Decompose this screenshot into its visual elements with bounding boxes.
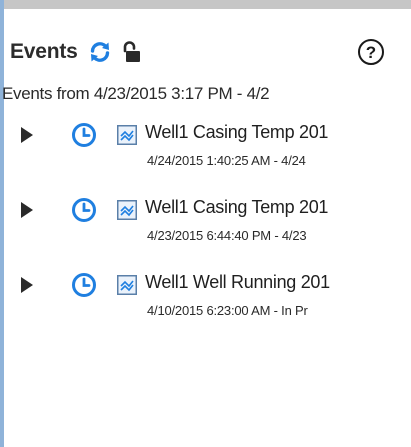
event-name[interactable]: Well1 Casing Temp 201	[145, 122, 411, 143]
help-label: ?	[366, 43, 376, 62]
event-row[interactable]: Well1 Casing Temp 201 4/24/2015 1:40:25 …	[0, 111, 411, 181]
trend-icon[interactable]	[117, 275, 137, 295]
event-row[interactable]: Well1 Well Running 201 4/10/2015 6:23:00…	[0, 261, 411, 331]
event-row[interactable]: Well1 Casing Temp 201 4/23/2015 6:44:40 …	[0, 186, 411, 256]
event-time-range: 4/23/2015 6:44:40 PM - 4/23	[147, 228, 307, 243]
help-icon[interactable]: ?	[357, 38, 385, 66]
top-divider	[0, 0, 411, 9]
refresh-icon[interactable]	[88, 40, 112, 64]
trend-icon[interactable]	[117, 200, 137, 220]
clock-icon[interactable]	[71, 197, 97, 223]
expand-triangle-icon[interactable]	[20, 126, 34, 144]
expand-triangle-icon[interactable]	[20, 201, 34, 219]
expand-triangle-icon[interactable]	[20, 276, 34, 294]
clock-icon[interactable]	[71, 272, 97, 298]
event-name[interactable]: Well1 Casing Temp 201	[145, 197, 411, 218]
event-name[interactable]: Well1 Well Running 201	[145, 272, 411, 293]
event-time-range: 4/10/2015 6:23:00 AM - In Pr	[147, 303, 308, 318]
clock-icon[interactable]	[71, 122, 97, 148]
pane-title: Events	[10, 40, 78, 63]
events-pane: Events ? Events from 4/23/2015 3:17 PM -…	[0, 0, 411, 447]
event-time-range: 4/24/2015 1:40:25 AM - 4/24	[147, 153, 306, 168]
events-header: Events	[10, 34, 142, 70]
events-range-text: Events from 4/23/2015 3:17 PM - 4/2	[2, 84, 270, 103]
trend-icon[interactable]	[117, 125, 137, 145]
unlock-icon[interactable]	[120, 40, 142, 64]
